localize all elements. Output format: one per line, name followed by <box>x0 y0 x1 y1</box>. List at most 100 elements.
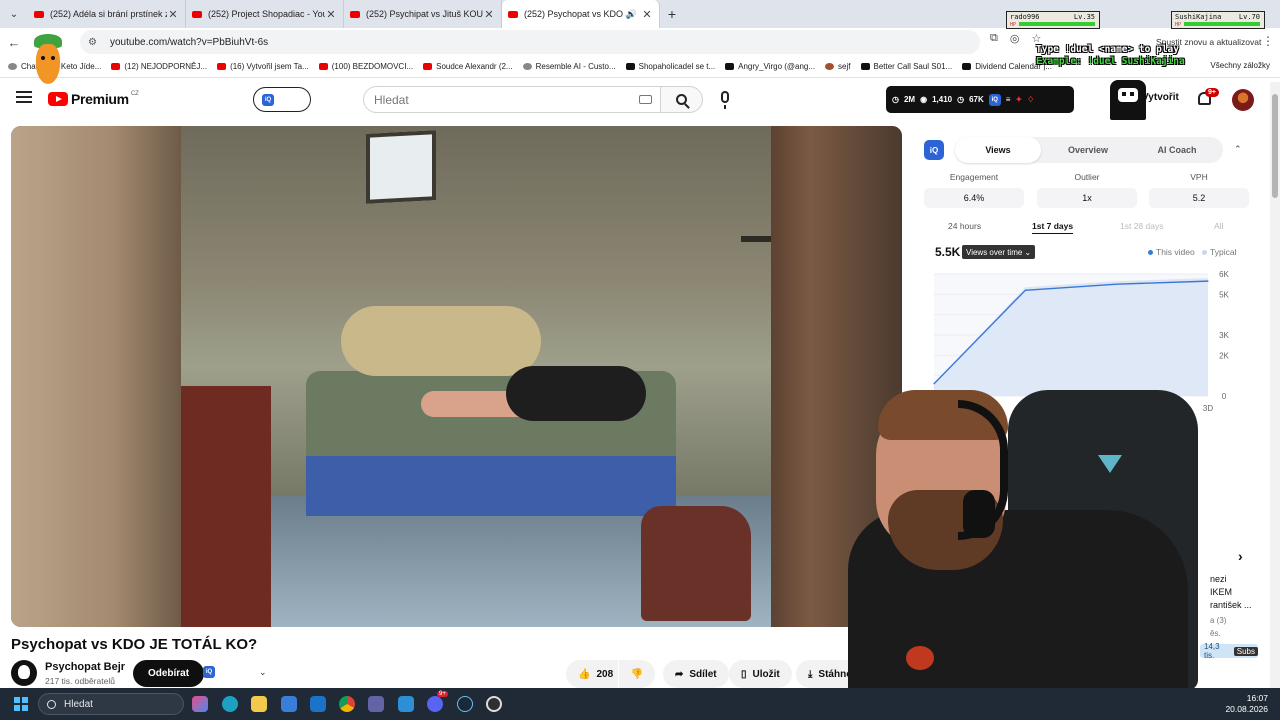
edge-icon[interactable] <box>222 696 238 712</box>
eye-icon: ◉ <box>920 95 928 104</box>
bookmark-item[interactable]: Angry_Virgo (@ang... <box>725 62 815 71</box>
bookmark-label: Better Call Saul S01... <box>873 62 953 71</box>
tab-search-icon[interactable]: ⌄ <box>0 0 28 28</box>
video-player[interactable] <box>11 126 902 627</box>
site-settings-icon[interactable]: ⚙ <box>88 37 102 48</box>
bookmark-item[interactable]: sejf <box>825 62 851 71</box>
y-tick-label: 0 <box>1222 392 1227 401</box>
close-icon[interactable]: ✕ <box>325 8 337 21</box>
speaker-icon[interactable]: 🔊 <box>626 9 637 20</box>
channel-name[interactable]: Psychopat Bejr <box>45 661 125 673</box>
views-total: 5.5K <box>935 245 961 259</box>
clock-icon: ◷ <box>892 95 899 104</box>
microphone-icon[interactable] <box>721 91 729 109</box>
bookmark-icon <box>962 63 972 70</box>
bookmark-item[interactable]: Soudce Alexandr (2... <box>423 62 513 71</box>
search-placeholder: Hledat <box>374 92 409 107</box>
subscribe-button[interactable]: Odebírat <box>133 660 204 687</box>
tab-ai-coach[interactable]: AI Coach <box>1134 137 1220 163</box>
bookmark-item[interactable]: Better Call Saul S01... <box>860 62 953 71</box>
list-icon[interactable]: ≡ <box>1006 95 1011 104</box>
player-hp-card: SushiKajina Lv.70 HP <box>1171 11 1265 29</box>
avatar[interactable] <box>1232 89 1254 111</box>
menu-icon[interactable] <box>16 91 32 103</box>
vidiq-icon[interactable]: iQ <box>203 666 215 678</box>
store-icon[interactable] <box>281 696 297 712</box>
metric-label: Engagement <box>949 172 999 182</box>
search-input[interactable]: Hledat <box>363 86 661 113</box>
menu-icon[interactable]: ⋮ <box>1262 34 1274 48</box>
range-7-days[interactable]: 1st 7 days <box>1032 221 1074 234</box>
tab-overview[interactable]: Overview <box>1045 137 1131 163</box>
browser-tab[interactable]: (252) Psychipat vs Jituš KOUPAC ✕ <box>344 0 502 28</box>
browser-tab-active[interactable]: (252) Psychopat vs KDO JE 🔊 ✕ <box>502 0 660 28</box>
browser-tab[interactable]: (252) Project Shopadiac - YouTu ✕ <box>186 0 344 28</box>
taskbar-search-placeholder: Hledat <box>64 698 93 710</box>
file-explorer-icon[interactable] <box>251 696 267 712</box>
close-icon[interactable]: ✕ <box>641 8 653 21</box>
channel-avatar[interactable] <box>11 660 37 686</box>
lightbulb-icon[interactable]: ✦ <box>1015 95 1022 104</box>
tab-title: (252) Psychopat vs KDO JE <box>524 9 626 19</box>
create-button[interactable]: Vytvořit <box>1142 92 1179 103</box>
close-icon[interactable]: ✕ <box>167 8 179 21</box>
youtube-logo[interactable]: Premium CZ <box>48 91 139 107</box>
taskbar-search-input[interactable]: Hledat <box>38 693 184 715</box>
legend-label: This video <box>1156 247 1195 257</box>
hp-bar <box>1019 22 1095 26</box>
bell-off-icon[interactable]: ♢ <box>1027 95 1034 104</box>
vidiq-stats-bar[interactable]: ◷ 2M ◉ 1,410 ◷ 67K iQ ≡ ✦ ♢ <box>886 86 1074 113</box>
search-button[interactable] <box>661 86 703 113</box>
bookmark-label: Keto Jíde... <box>60 62 102 71</box>
outlook-icon[interactable] <box>310 696 326 712</box>
youtube-play-icon <box>48 92 68 106</box>
bookmark-item[interactable]: (12) NEJODPORNĚJ... <box>111 62 207 71</box>
channel-subscribers: 217 tis. odběratelů <box>45 676 115 686</box>
dislike-button[interactable]: 👎 <box>619 660 655 688</box>
back-icon[interactable]: ← <box>0 35 28 50</box>
close-icon[interactable]: ✕ <box>483 8 495 21</box>
chevron-up-icon[interactable]: ⌃ <box>1234 144 1242 155</box>
bookmark-item[interactable]: (100) BEZDOMOVCI... <box>318 62 413 71</box>
url-input[interactable]: ⚙ youtube.com/watch?v=PbBiuhVt-6s <box>80 30 980 54</box>
like-button[interactable]: 👍 208 <box>566 660 618 688</box>
range-24-hours[interactable]: 24 hours <box>948 221 981 231</box>
scrollbar-thumb[interactable] <box>1272 94 1278 198</box>
bookmark-item[interactable]: Resemble AI - Custo... <box>522 62 616 71</box>
new-tab-button[interactable]: + <box>660 6 684 22</box>
keyboard-icon[interactable] <box>639 95 652 104</box>
vscode-icon[interactable] <box>398 696 414 712</box>
save-button[interactable]: ▯ Uložit <box>729 660 792 688</box>
install-icon[interactable]: ⧉ <box>990 32 998 45</box>
hp-label: HP <box>1175 22 1182 28</box>
url-text: youtube.com/watch?v=PbBiuhVt-6s <box>110 36 269 48</box>
obs-icon[interactable] <box>486 696 502 712</box>
youtube-icon <box>111 63 121 70</box>
page-scrollbar[interactable] <box>1270 82 1280 690</box>
eye-off-icon[interactable]: ◎ <box>1010 32 1020 45</box>
chrome-icon[interactable] <box>339 696 355 712</box>
youtube-icon <box>318 63 328 70</box>
range-28-days[interactable]: 1st 28 days <box>1120 221 1163 231</box>
range-all[interactable]: All <box>1214 221 1223 231</box>
all-bookmarks[interactable]: Všechny záložky <box>1210 61 1270 70</box>
copilot-icon[interactable] <box>192 696 208 712</box>
taskbar-clock[interactable]: 16:07 20.08.2026 <box>1225 693 1268 715</box>
steam-icon[interactable] <box>457 696 473 712</box>
youtube-icon <box>34 10 44 18</box>
tab-views[interactable]: Views <box>955 137 1041 163</box>
bookmark-item[interactable]: (16) Vytvořil jsem Ta... <box>217 62 309 71</box>
this-video-point <box>1024 289 1026 291</box>
save-label: Uložit <box>752 668 780 680</box>
chevron-down-icon[interactable]: ⌄ <box>259 667 267 678</box>
teams-icon[interactable] <box>368 696 384 712</box>
browser-tab[interactable]: (252) Adéla si brání prstínek z T ✕ <box>28 0 186 28</box>
vidiq-button[interactable]: iQ <box>253 87 311 112</box>
windows-start-icon[interactable] <box>14 697 28 711</box>
chart-selector[interactable]: Views over time ⌄ <box>962 245 1036 259</box>
bookmark-item[interactable]: Shopaholicadel se t... <box>625 62 715 71</box>
player-name: rado996 <box>1010 13 1040 21</box>
discord-icon[interactable] <box>427 696 443 712</box>
bookmark-label: Resemble AI - Custo... <box>535 62 616 71</box>
share-button[interactable]: ➦ Sdílet <box>663 660 729 688</box>
